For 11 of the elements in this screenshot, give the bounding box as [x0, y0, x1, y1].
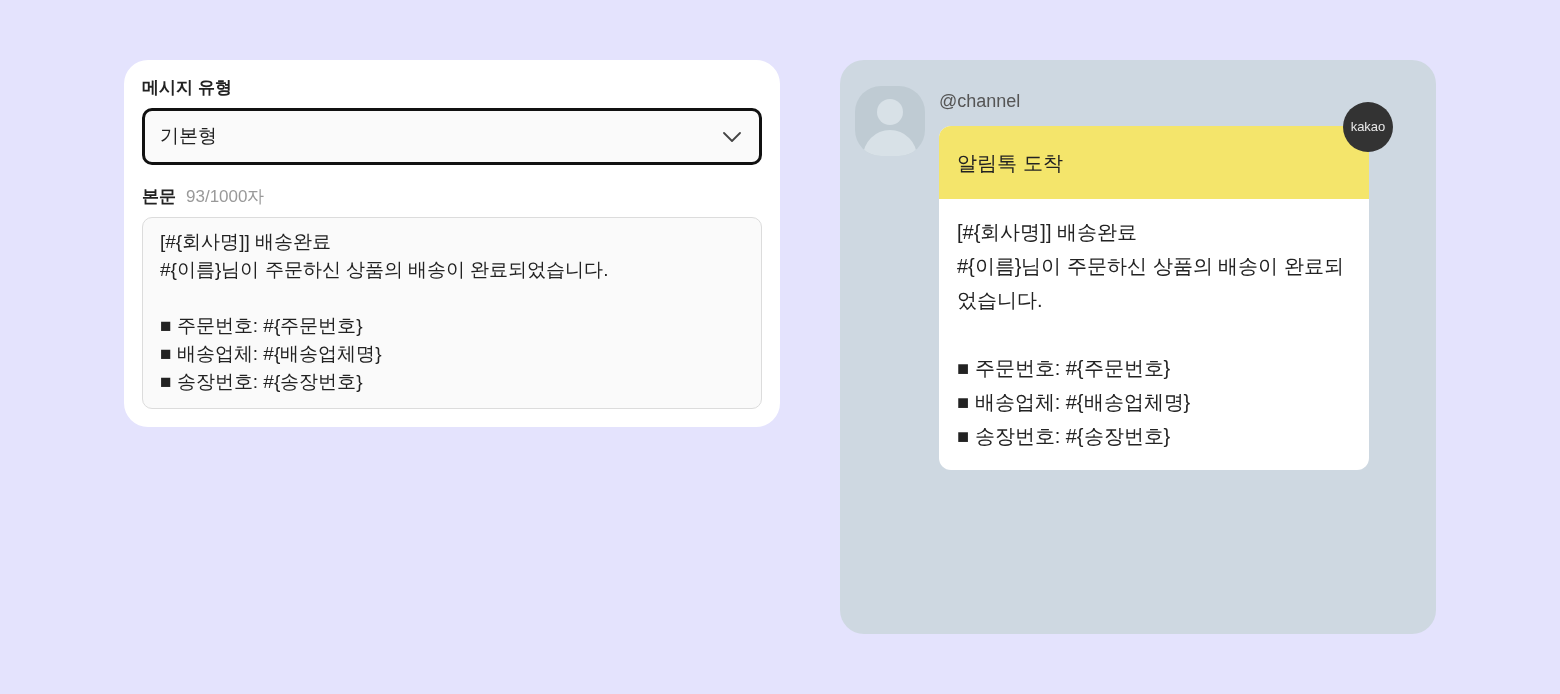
message-type-select[interactable]: 기본형: [142, 108, 762, 165]
header-title: 알림톡 도착: [957, 150, 1063, 176]
avatar-icon: [855, 86, 925, 156]
logo-badge: kakao: [1343, 102, 1393, 152]
character-count: 93/1000자: [186, 186, 265, 208]
field-label: 본문: [142, 186, 176, 208]
message-body-field[interactable]: [#{회사명]] 배송완료 #{이름}님이 주문하신 상품의 배송이 완료되었습니다. ■ 주문번호: #{주문번호} ■ 배송업체: #{배송업체명} ■ 송장번호: #{송장번호}: [142, 217, 762, 409]
channel-name: @channel: [939, 90, 1021, 113]
field-label: 메시지 유형: [142, 77, 232, 99]
chevron-down-icon: [723, 131, 741, 142]
message-text: [#{회사명]] 배송완료 #{이름}님이 주문하신 상품의 배송이 완료되었습니다. ■ 주문번호: #{주문번호} ■ 배송업체: #{배송업체명} ■ 송장번호: #{송장번호}: [956, 220, 1345, 449]
